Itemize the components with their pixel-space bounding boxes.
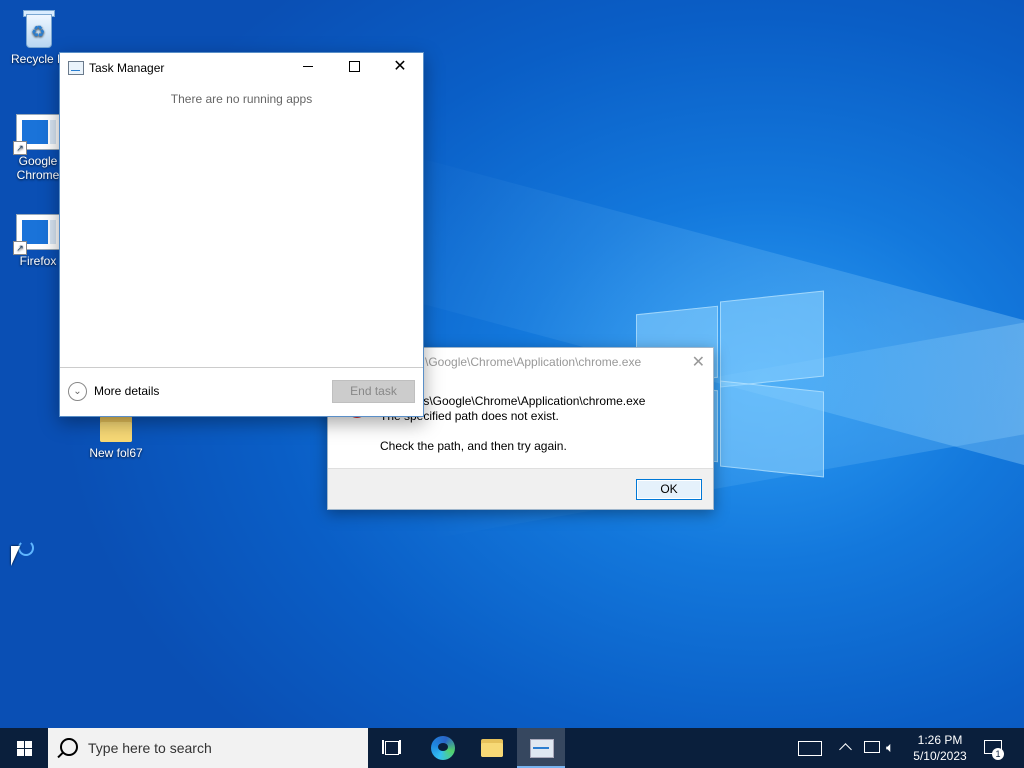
mouse-pointer-icon <box>11 546 20 566</box>
minimize-icon <box>303 66 313 68</box>
task-manager-footer: ⌄ More details End task <box>60 367 423 416</box>
busy-cursor-icon <box>18 540 34 556</box>
close-button[interactable]: ✕ <box>377 53 423 83</box>
search-icon <box>60 738 78 756</box>
error-hint: Check the path, and then try again. <box>380 439 567 453</box>
start-button[interactable] <box>0 728 48 768</box>
clock-time: 1:26 PM <box>917 733 963 747</box>
volume-icon: 🔈︎ <box>886 739 895 755</box>
dialog-footer: OK <box>328 468 713 509</box>
firefox-shortcut-icon: ↗ <box>13 214 60 255</box>
task-manager-taskbar-button[interactable] <box>517 728 565 768</box>
taskbar: Type here to search 🔈︎ 1:26 PM 5/10/2023… <box>0 728 1024 768</box>
folder-icon <box>100 414 132 442</box>
dialog-title: \Google\Chrome\Application\chrome.exe <box>425 355 642 369</box>
network-icon <box>864 741 880 753</box>
maximize-button[interactable] <box>331 53 377 83</box>
network-button[interactable] <box>862 728 882 768</box>
empty-message: There are no running apps <box>170 92 313 106</box>
more-details-link[interactable]: More details <box>94 384 159 398</box>
task-view-button[interactable] <box>368 728 416 768</box>
clock-date: 5/10/2023 <box>913 749 967 763</box>
search-placeholder: Type here to search <box>88 740 212 756</box>
chevron-down-icon[interactable]: ⌄ <box>68 382 87 401</box>
show-hidden-icons-button[interactable] <box>838 728 854 768</box>
window-title: Task Manager <box>89 61 165 75</box>
desktop-icon-new-folder[interactable]: New fol67 <box>78 414 154 460</box>
minimize-button[interactable] <box>285 53 331 83</box>
desktop-icon-label: New fol67 <box>89 446 143 460</box>
maximize-icon <box>348 61 360 73</box>
chevron-up-icon <box>839 743 852 756</box>
file-explorer-button[interactable] <box>468 728 516 768</box>
volume-button[interactable]: 🔈︎ <box>884 728 904 768</box>
keyboard-icon <box>798 741 822 756</box>
close-icon[interactable]: ✕ <box>692 352 705 372</box>
chrome-shortcut-icon: ↗ <box>13 114 60 155</box>
keyboard-button[interactable] <box>798 728 824 768</box>
task-manager-window: Task Manager ✕ There are no running apps… <box>59 52 424 417</box>
edge-icon <box>431 736 455 760</box>
search-box[interactable]: Type here to search <box>48 728 368 768</box>
notification-badge: 1 <box>992 748 1004 760</box>
close-icon: ✕ <box>393 58 407 75</box>
clock[interactable]: 1:26 PM 5/10/2023 <box>904 732 976 764</box>
ok-button[interactable]: OK <box>636 479 702 500</box>
end-task-button[interactable]: End task <box>332 380 415 403</box>
recycle-bin-icon: ♻ <box>21 8 55 48</box>
task-manager-icon <box>68 61 84 75</box>
title-bar[interactable]: Task Manager ✕ <box>60 53 423 83</box>
action-center-button[interactable]: 1 <box>982 728 1016 768</box>
edge-button[interactable] <box>418 728 466 768</box>
